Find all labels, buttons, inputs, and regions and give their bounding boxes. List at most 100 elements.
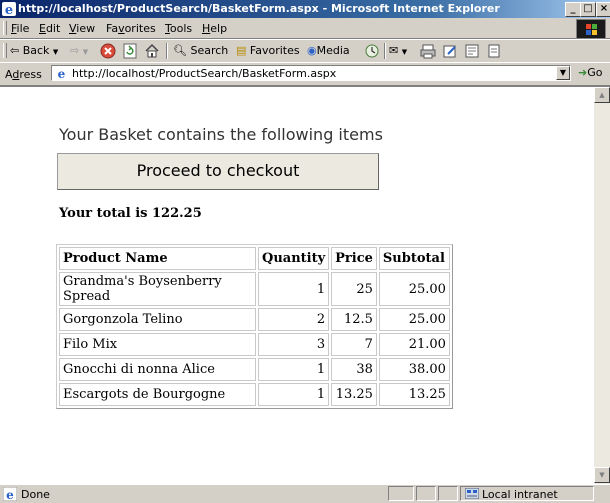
search-icon: 🔍︎: [173, 44, 187, 57]
address-label: Adress: [5, 68, 42, 81]
svg-text:e: e: [58, 67, 66, 80]
back-button[interactable]: ⇦ Back ▼: [10, 43, 58, 59]
cell-price: 7: [331, 333, 377, 356]
menu-tools[interactable]: Tools: [165, 22, 192, 35]
menu-file[interactable]: File: [11, 22, 29, 35]
cell-product-name: Gorgonzola Telino: [59, 308, 256, 331]
scroll-down-button[interactable]: ▼: [594, 467, 610, 483]
minimize-button[interactable]: _: [565, 2, 581, 17]
table-row: Gnocchi di nonna Alice 1 38 38.00: [59, 358, 450, 381]
cell-subtotal: 21.00: [378, 333, 450, 356]
chevron-down-icon: ▼: [52, 48, 59, 56]
chevron-down-icon: ▼: [559, 68, 567, 77]
vertical-scrollbar[interactable]: ▲ ▼: [594, 86, 610, 484]
chevron-down-icon: ▼: [401, 48, 408, 56]
address-bar: Adress e ▼ ➜Go: [0, 62, 610, 86]
status-pane: [438, 486, 458, 501]
table-row: Escargots de Bourgogne 1 13.25 13.25: [59, 383, 450, 406]
menu-bar: File Edit View Favorites Tools Help: [0, 18, 610, 39]
cell-quantity: 3: [258, 333, 330, 356]
favorites-icon: ▤: [236, 44, 247, 57]
messenger-icon[interactable]: [486, 43, 502, 59]
edit-icon[interactable]: [442, 43, 458, 59]
media-button[interactable]: ◉Media: [307, 43, 350, 59]
window-titlebar: e http://localhost/ProductSearch/BasketF…: [0, 0, 610, 18]
window-title: http://localhost/ProductSearch/BasketFor…: [18, 2, 500, 15]
page-viewport: Your Basket contains the following items…: [0, 86, 594, 484]
security-zone-text: Local intranet: [482, 488, 558, 501]
menu-help[interactable]: Help: [202, 22, 227, 35]
toolbar-grip: [3, 43, 7, 58]
print-icon[interactable]: [420, 43, 436, 59]
cell-quantity: 2: [258, 308, 330, 331]
go-arrow-icon: ➜: [578, 66, 588, 79]
svg-text:e: e: [6, 488, 14, 501]
chevron-down-icon: ▼: [82, 48, 89, 56]
cell-product-name: Escargots de Bourgogne: [59, 383, 256, 406]
local-intranet-icon: [465, 488, 479, 499]
discuss-icon[interactable]: [464, 43, 480, 59]
cell-price: 12.5: [331, 308, 377, 331]
refresh-icon[interactable]: [122, 43, 138, 59]
ie-icon: e: [2, 2, 16, 16]
cell-product-name: Filo Mix: [59, 333, 256, 356]
arrow-up-icon: ▲: [599, 91, 605, 99]
address-dropdown-button[interactable]: ▼: [556, 66, 570, 80]
cell-product-name: Gnocchi di nonna Alice: [59, 358, 256, 381]
table-header-row: Product Name Quantity Price Subtotal: [59, 247, 450, 270]
cell-quantity: 1: [258, 383, 330, 406]
home-icon[interactable]: [144, 43, 160, 59]
address-field[interactable]: e ▼: [51, 65, 571, 81]
status-bar: e Done Local intranet: [0, 484, 610, 503]
address-input[interactable]: [72, 66, 542, 80]
standard-toolbar: ⇦ Back ▼ ⇨ ▼ 🔍︎ Search ▤ Favorites ◉Medi…: [0, 39, 610, 63]
stop-icon[interactable]: [100, 43, 116, 59]
table-row: Gorgonzola Telino 2 12.5 25.00: [59, 308, 450, 331]
search-button[interactable]: 🔍︎ Search: [173, 43, 228, 59]
status-pane: [388, 486, 414, 501]
mail-icon: ✉: [389, 44, 399, 57]
cell-price: 25: [331, 272, 377, 306]
scroll-up-button[interactable]: ▲: [594, 87, 610, 103]
menu-view[interactable]: View: [69, 22, 95, 35]
page-icon: e: [55, 67, 68, 80]
go-button[interactable]: ➜Go: [578, 66, 602, 79]
cell-subtotal: 38.00: [378, 358, 450, 381]
security-zone-pane: Local intranet: [460, 486, 594, 501]
status-text: Done: [21, 488, 50, 501]
page-done-icon: e: [3, 487, 17, 501]
status-pane: [416, 486, 436, 501]
cell-subtotal: 25.00: [378, 272, 450, 306]
page-heading: Your Basket contains the following items: [59, 125, 383, 144]
favorites-button[interactable]: ▤ Favorites: [236, 43, 300, 59]
forward-button[interactable]: ⇨ ▼: [70, 43, 88, 59]
cell-price: 38: [331, 358, 377, 381]
toolbar-separator: [384, 43, 386, 59]
toolbar-separator: [166, 43, 168, 59]
cell-quantity: 1: [258, 358, 330, 381]
close-button[interactable]: ×: [596, 2, 610, 17]
column-header-quantity: Quantity: [258, 247, 330, 270]
history-icon[interactable]: [364, 43, 380, 59]
svg-text:e: e: [5, 3, 13, 16]
menubar-grip: [3, 21, 7, 35]
cell-quantity: 1: [258, 272, 330, 306]
column-header-price: Price: [331, 247, 377, 270]
cell-product-name: Grandma's Boysenberry Spread: [59, 272, 256, 306]
basket-total: Your total is 122.25: [59, 206, 202, 221]
menu-favorites[interactable]: Favorites: [106, 22, 156, 35]
table-row: Grandma's Boysenberry Spread 1 25 25.00: [59, 272, 450, 306]
cell-subtotal: 13.25: [378, 383, 450, 406]
windows-logo-throbber: [576, 19, 606, 39]
column-header-product-name: Product Name: [59, 247, 256, 270]
cell-price: 13.25: [331, 383, 377, 406]
proceed-to-checkout-button[interactable]: Proceed to checkout: [57, 153, 379, 190]
table-row: Filo Mix 3 7 21.00: [59, 333, 450, 356]
arrow-down-icon: ▼: [599, 471, 605, 479]
mail-button[interactable]: ✉ ▼: [389, 43, 407, 59]
menu-edit[interactable]: Edit: [39, 22, 60, 35]
media-icon: ◉: [307, 44, 317, 57]
maximize-button[interactable]: □: [580, 2, 596, 17]
basket-table: Product Name Quantity Price Subtotal Gra…: [56, 244, 453, 409]
cell-subtotal: 25.00: [378, 308, 450, 331]
